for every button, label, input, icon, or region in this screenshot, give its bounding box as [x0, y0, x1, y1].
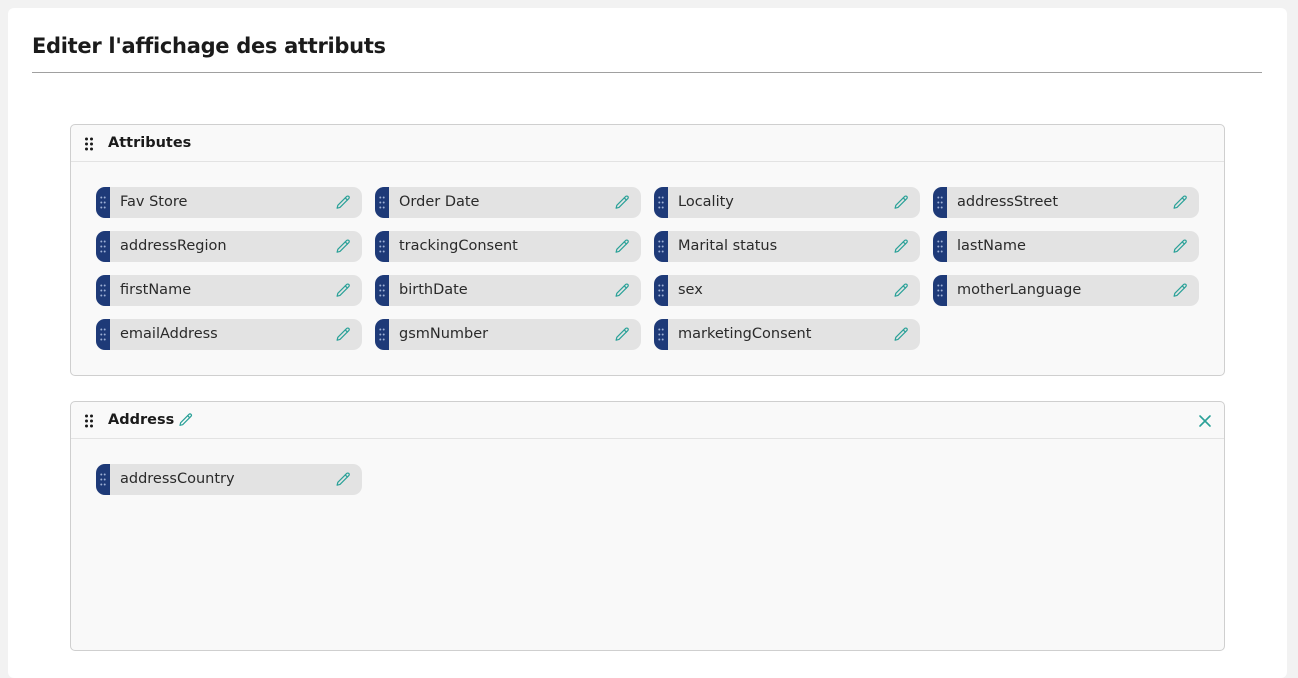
pencil-icon[interactable] — [335, 326, 352, 343]
drag-handle-icon[interactable] — [375, 231, 389, 262]
pencil-icon[interactable] — [614, 282, 631, 299]
page-title: Editer l'affichage des attributs — [32, 34, 386, 58]
title-divider — [32, 72, 1262, 73]
attribute-chip[interactable]: Marital status — [654, 231, 920, 262]
page-card: Editer l'affichage des attributs Attribu… — [8, 8, 1287, 678]
pencil-icon[interactable] — [1172, 238, 1189, 255]
pencil-icon[interactable] — [335, 194, 352, 211]
attribute-group-attributes: Attributes Fav Store Order Date Locality ad… — [70, 124, 1225, 376]
pencil-icon[interactable] — [614, 326, 631, 343]
attribute-chip-label: sex — [678, 282, 703, 298]
attribute-chip-label: gsmNumber — [399, 326, 489, 342]
attribute-chip-label: firstName — [120, 282, 192, 298]
pencil-icon[interactable] — [1172, 282, 1189, 299]
drag-handle-icon[interactable] — [933, 275, 947, 306]
attribute-chip-label: Marital status — [678, 238, 778, 254]
attribute-chip-label: addressStreet — [957, 194, 1059, 210]
attribute-chip[interactable]: sex — [654, 275, 920, 306]
attribute-chip-label: addressRegion — [120, 238, 227, 254]
pencil-icon[interactable] — [893, 238, 910, 255]
attribute-chip[interactable]: Fav Store — [96, 187, 362, 218]
attribute-chip-label: marketingConsent — [678, 326, 812, 342]
attribute-chip-label: addressCountry — [120, 471, 235, 487]
attribute-chip[interactable]: marketingConsent — [654, 319, 920, 350]
pencil-icon[interactable] — [614, 238, 631, 255]
group-header: Attributes — [71, 125, 1224, 162]
attribute-chip[interactable]: Locality — [654, 187, 920, 218]
drag-handle-icon[interactable] — [654, 319, 668, 350]
attribute-chip-label: emailAddress — [120, 326, 218, 342]
attribute-chip[interactable]: emailAddress — [96, 319, 362, 350]
attribute-chip[interactable]: addressStreet — [933, 187, 1199, 218]
attribute-chip[interactable]: addressRegion — [96, 231, 362, 262]
drag-handle-icon[interactable] — [375, 319, 389, 350]
group-title: Address — [108, 412, 175, 428]
pencil-icon[interactable] — [1172, 194, 1189, 211]
drag-handle-icon[interactable] — [96, 231, 110, 262]
drag-handle-icon[interactable] — [654, 275, 668, 306]
drag-handle-icon[interactable] — [84, 136, 94, 151]
attribute-chip[interactable]: Order Date — [375, 187, 641, 218]
drag-handle-icon[interactable] — [375, 187, 389, 218]
drag-handle-icon[interactable] — [933, 231, 947, 262]
close-icon[interactable] — [1198, 413, 1212, 427]
drag-handle-icon[interactable] — [96, 275, 110, 306]
attribute-chip[interactable]: firstName — [96, 275, 362, 306]
drag-handle-icon[interactable] — [96, 319, 110, 350]
attribute-chip-label: Locality — [678, 194, 734, 210]
drag-handle-icon[interactable] — [933, 187, 947, 218]
attribute-chip[interactable]: addressCountry — [96, 464, 362, 495]
pencil-icon[interactable] — [335, 471, 352, 488]
attribute-chip-label: Order Date — [399, 194, 480, 210]
drag-handle-icon[interactable] — [654, 231, 668, 262]
attribute-chip[interactable]: motherLanguage — [933, 275, 1199, 306]
drag-handle-icon[interactable] — [96, 187, 110, 218]
pencil-icon[interactable] — [893, 282, 910, 299]
group-header: Address — [71, 402, 1224, 439]
attribute-chip-list: addressCountry — [96, 464, 1199, 495]
drag-handle-icon[interactable] — [84, 413, 94, 428]
attribute-chip[interactable]: gsmNumber — [375, 319, 641, 350]
attribute-group-address: Address addressCountry — [70, 401, 1225, 651]
attribute-chip-label: trackingConsent — [399, 238, 518, 254]
attribute-chip-label: birthDate — [399, 282, 468, 298]
pencil-icon[interactable] — [335, 238, 352, 255]
drag-handle-icon[interactable] — [654, 187, 668, 218]
attribute-chip[interactable]: lastName — [933, 231, 1199, 262]
attribute-chip-label: motherLanguage — [957, 282, 1082, 298]
attribute-chip[interactable]: birthDate — [375, 275, 641, 306]
pencil-icon[interactable] — [893, 194, 910, 211]
drag-handle-icon[interactable] — [375, 275, 389, 306]
attribute-chip-label: lastName — [957, 238, 1026, 254]
drag-handle-icon[interactable] — [96, 464, 110, 495]
pencil-icon[interactable] — [178, 412, 194, 428]
attribute-chip-label: Fav Store — [120, 194, 188, 210]
pencil-icon[interactable] — [893, 326, 910, 343]
attribute-chip[interactable]: trackingConsent — [375, 231, 641, 262]
pencil-icon[interactable] — [335, 282, 352, 299]
group-title: Attributes — [108, 135, 192, 151]
pencil-icon[interactable] — [614, 194, 631, 211]
attribute-chip-list: Fav Store Order Date Locality addressStreet… — [96, 187, 1199, 350]
